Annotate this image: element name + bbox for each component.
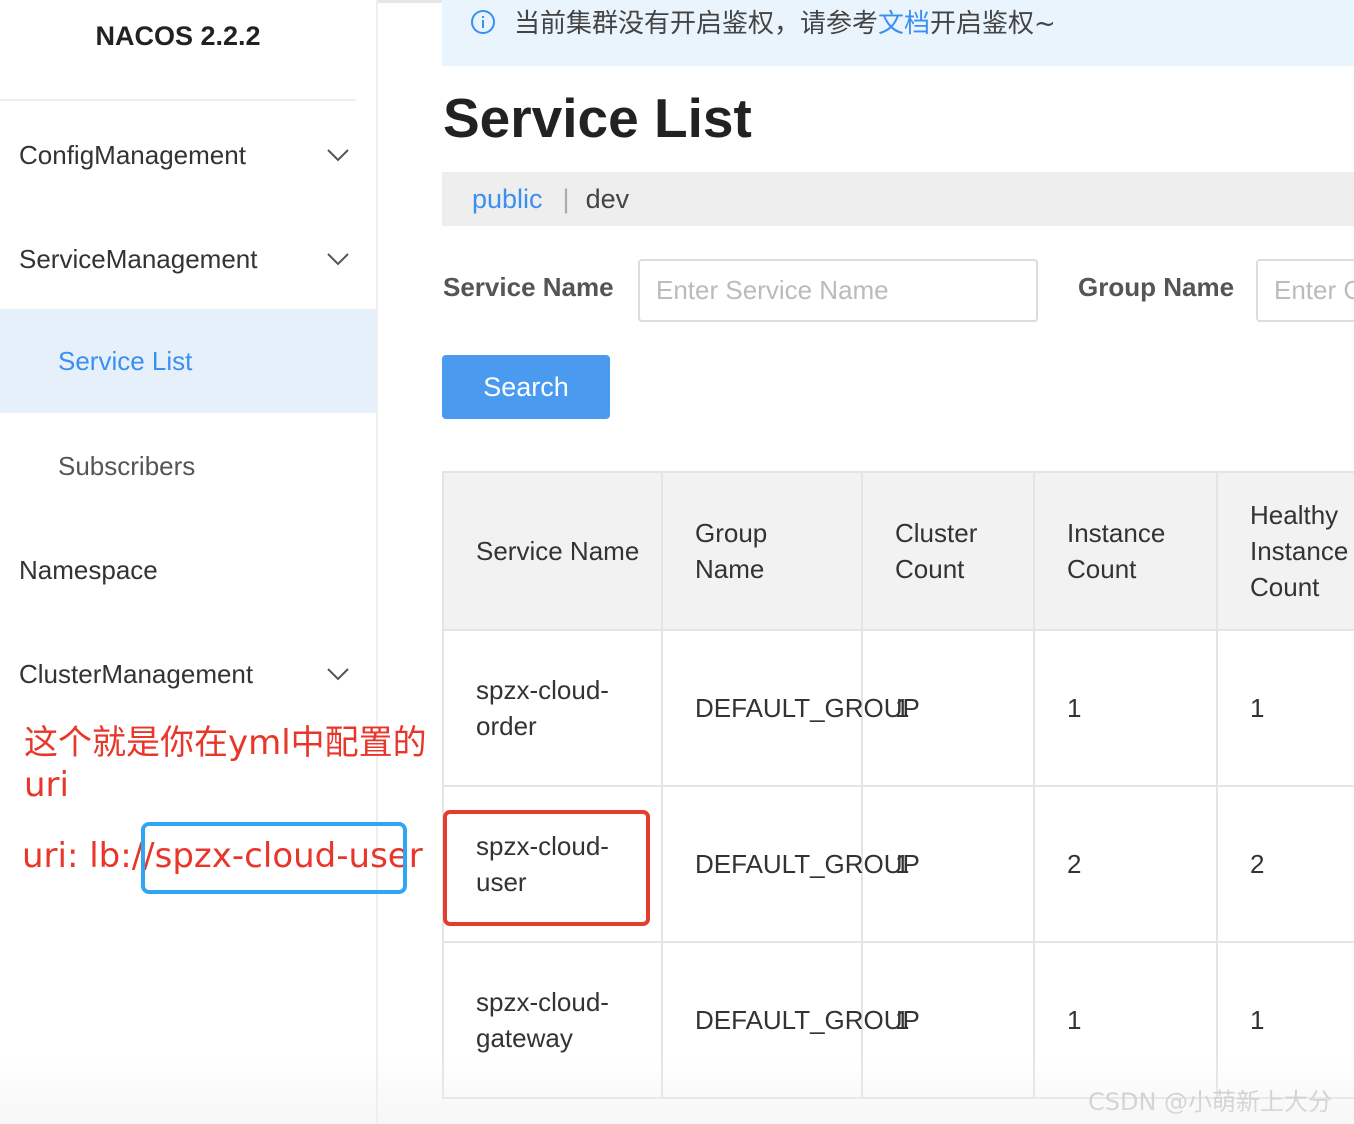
sidebar-item-label: Namespace	[19, 554, 158, 585]
sidebar-item-service-list[interactable]: Service List	[0, 309, 376, 413]
service-table-container: Service Name Group Name Cluster Count In…	[442, 471, 1354, 1124]
sidebar-item-service-management[interactable]: ServiceManagement	[0, 207, 376, 311]
cell-group-name: DEFAULT_GROUP	[661, 785, 920, 943]
notice-prefix: 当前集群没有开启鉴权，请参考	[514, 8, 879, 39]
watermark: CSDN @小萌新上大分	[1088, 1088, 1333, 1116]
sidebar-item-label: Service List	[58, 345, 193, 376]
group-name-label: Group Name	[1078, 272, 1235, 302]
page-title: Service List	[443, 87, 752, 149]
highlight-box-uri	[141, 822, 407, 894]
chevron-down-icon	[318, 654, 358, 694]
namespace-separator: |	[562, 183, 570, 214]
app-logo: NACOS 2.2.2	[0, 0, 356, 101]
table-row: spzx-cloud-gateway DEFAULT_GROUP 1 1 1	[442, 941, 1354, 1099]
sidebar-item-subscribers[interactable]: Subscribers	[0, 414, 376, 518]
table-header-row: Service Name Group Name Cluster Count In…	[442, 471, 1354, 631]
header-instance-count[interactable]: Instance Count	[1033, 471, 1218, 631]
cell-service-name: spzx-cloud-order	[442, 629, 663, 787]
highlight-box-service	[443, 810, 650, 926]
sidebar-item-label: ConfigManagement	[19, 139, 246, 170]
cell-instance-count: 2	[1033, 785, 1218, 943]
notice-doc-link[interactable]: 文档	[878, 9, 930, 39]
sidebar-item-label: ServiceManagement	[19, 243, 258, 274]
cell-instance-count: 1	[1033, 941, 1218, 1099]
cell-healthy-instance-count: 1	[1216, 941, 1354, 1099]
sidebar-item-cluster-management[interactable]: ClusterManagement	[0, 622, 376, 726]
header-cluster-count[interactable]: Cluster Count	[861, 471, 1035, 631]
cell-healthy-instance-count: 2	[1216, 785, 1354, 943]
namespace-bar: public | dev	[442, 172, 1354, 226]
chevron-down-icon	[318, 239, 358, 279]
sidebar-item-label: ClusterManagement	[19, 658, 254, 689]
auth-notice-banner: 当前集群没有开启鉴权，请参考文档开启鉴权~	[442, 0, 1354, 66]
info-icon	[471, 10, 495, 34]
group-name-input[interactable]	[1256, 259, 1354, 322]
cell-instance-count: 1	[1033, 629, 1218, 787]
cell-healthy-instance-count: 1	[1216, 629, 1354, 787]
notice-text: 当前集群没有开启鉴权，请参考文档开启鉴权~	[514, 3, 1056, 40]
service-name-input[interactable]	[638, 259, 1038, 322]
search-button[interactable]: Search	[442, 355, 610, 419]
header-group-name[interactable]: Group Name	[661, 471, 863, 631]
header-healthy-instance-count[interactable]: Healthy Instance Count	[1216, 471, 1354, 631]
notice-suffix: 开启鉴权~	[930, 8, 1056, 39]
header-service-name[interactable]: Service Name	[442, 471, 663, 631]
table-row: spzx-cloud-order DEFAULT_GROUP 1 1 1	[442, 629, 1354, 787]
app-root: NACOS 2.2.2 ConfigManagement ServiceMana…	[0, 0, 1354, 1124]
annotation-uri-prefix: uri: lb://	[22, 836, 155, 876]
cell-group-name: DEFAULT_GROUP	[661, 941, 920, 1099]
service-table: Service Name Group Name Cluster Count In…	[442, 471, 1354, 1099]
namespace-public-link[interactable]: public	[472, 184, 543, 215]
sidebar: NACOS 2.2.2 ConfigManagement ServiceMana…	[0, 0, 378, 1124]
chevron-down-icon	[318, 135, 358, 175]
namespace-dev-link[interactable]: dev	[586, 184, 630, 215]
cell-group-name: DEFAULT_GROUP	[661, 629, 920, 787]
annotation-text: 这个就是你在yml中配置的uri	[24, 723, 427, 805]
service-name-label: Service Name	[443, 272, 614, 302]
sidebar-item-config-management[interactable]: ConfigManagement	[0, 103, 376, 207]
cell-service-name: spzx-cloud-gateway	[442, 941, 663, 1099]
sidebar-item-label: Subscribers	[58, 450, 196, 481]
sidebar-item-namespace[interactable]: Namespace	[0, 518, 376, 622]
